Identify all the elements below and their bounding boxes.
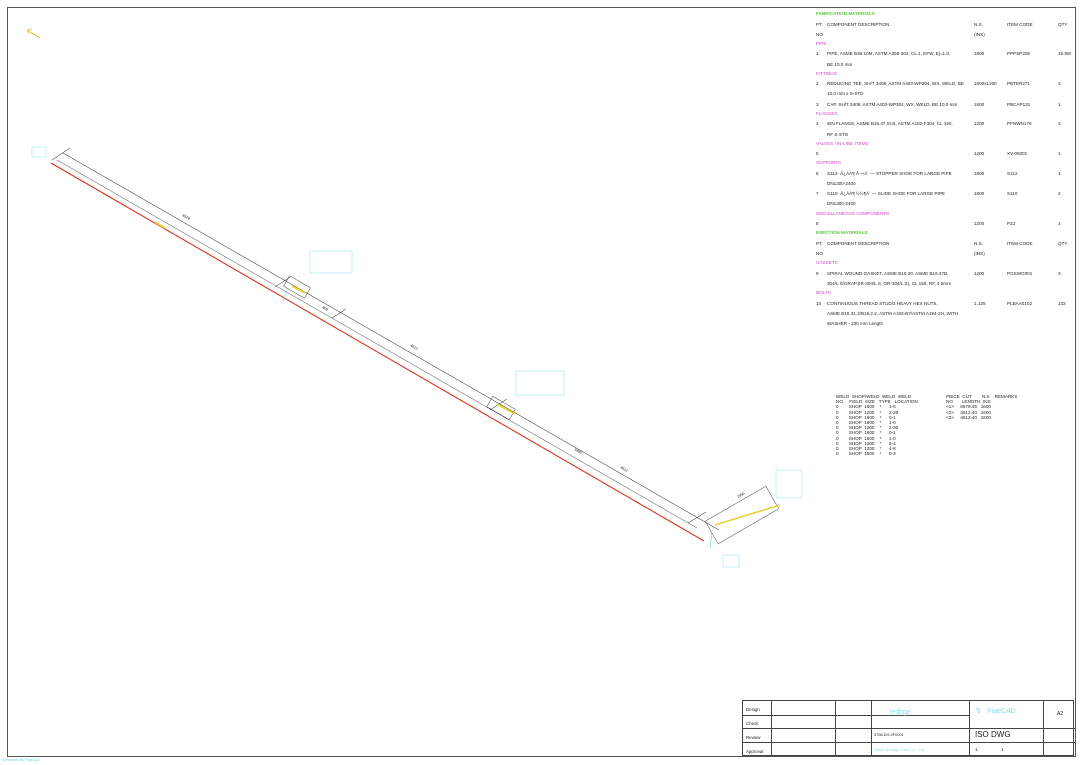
bom-row-3: 3 CAP, SH/T 3408, ASTM A403-WP304, WX, WE… xyxy=(816,101,1061,107)
dimension-line-main xyxy=(62,152,720,531)
weld-table-rows: 0 SHOP 1600 * 1-0 0 SHOP 1200 * 2-28 0 S… xyxy=(836,404,899,457)
fitting-cluster-1 xyxy=(282,275,311,301)
bom-category-pipe: PIPE xyxy=(816,40,827,46)
approval-label: Approval xyxy=(746,749,764,754)
bom-category-gaskets: GASKETS xyxy=(816,260,838,266)
bom-header-row-2: NO (INS) xyxy=(816,31,985,37)
bom-row-2: 2 REDUCING TEE, SH/T 3408, ASTM A403-WP30… xyxy=(816,81,1061,87)
bom-row-6: 6 S112- Ä¿ÂÁ¶ Å¬»Á´ — STOPPER SHOE FOR LA… xyxy=(816,170,1061,176)
review-label: Review xyxy=(746,735,761,740)
bom-header-row-erection: PT. COMPONENT DESCRIPTION N.S. ITEM CODE QT… xyxy=(816,240,1068,246)
brand-logo-redbge: redbge xyxy=(889,709,911,716)
company-name: Hubei Redbge CAD Co., Ltd. xyxy=(874,747,926,752)
footer-note: Generated By PipeCAD xyxy=(2,758,40,762)
bom-header-row: PT. COMPONENT DESCRIPTION N.S. ITEM CODE QT… xyxy=(816,21,1068,27)
bom-category-supports: SUPPORTS xyxy=(816,160,842,166)
bill-of-materials: FABRICATION MATERIALS PT. COMPONENT DESCR… xyxy=(816,11,1074,330)
bom-row-10: 10 CONTINUOUS THREAD STUD/2 HEAVY HEX NUT… xyxy=(816,300,1066,306)
dimension-line-secondary xyxy=(56,159,698,529)
dim-label-5: 800 xyxy=(322,305,329,311)
sheet-size: A2 xyxy=(1057,711,1064,717)
weld-table: WELD SHOP/WELD WELD WELD NO. FIELD SIZE … xyxy=(836,394,918,456)
fitting-cluster-2 xyxy=(486,396,516,420)
bom-row-4: 4 WN FLANGE, ASME B16.47 Sr.B, ASTM A182-… xyxy=(816,121,1061,127)
bom-row-7: 7 S110- Ä¿ÂÁ¶ ½½¶À´ — SLIDE SHOE FOR LARG… xyxy=(816,191,1061,197)
bom-row-9: 9 SPIRAL WOUND GASKET, ASME B16.20, ASME … xyxy=(816,270,1061,276)
pipecad-logo-icon: ↯ xyxy=(975,706,982,715)
sheet-number: 1 xyxy=(975,747,978,752)
bom-row-5: 5 1200 XV-09301 1 xyxy=(816,151,1061,157)
bom-category-valves: VALVES / IN-LINE ITEMS xyxy=(816,140,869,146)
sheet-total: 1 xyxy=(1001,747,1004,752)
cut-length-table: PIECE CUT N.S REMARKS NO LENGTH INS <1> 6… xyxy=(946,394,1017,420)
support-marker xyxy=(154,221,166,229)
bom-row-8: 8 1200 PZJ 1 xyxy=(816,221,1061,227)
cyan-tags xyxy=(31,146,803,568)
erection-materials-title: ERECTION MATERIALS xyxy=(816,230,868,236)
dim-label-2: 4612 xyxy=(410,343,419,350)
dim-label-1: 6579 xyxy=(182,213,191,220)
drawing-number: 3708-DG-0F0001 xyxy=(874,733,904,737)
dimension-ticks xyxy=(51,147,707,524)
dim-label-4: 1950 xyxy=(574,447,583,454)
design-label: Design xyxy=(746,707,760,712)
bom-category-fittings: FITTINGS xyxy=(816,70,837,76)
drawing-title: ISO DWG xyxy=(975,730,1011,739)
weld-table-header: WELD SHOP/WELD WELD WELD NO. FIELD SIZE … xyxy=(836,394,918,405)
bom-category-misc: MISCELLANEOUS COMPONENTS xyxy=(816,210,890,216)
dim-label-3: 4612 xyxy=(620,465,629,472)
check-label: Check xyxy=(746,721,759,726)
bom-category-bolts: BOLTS xyxy=(816,290,831,296)
north-arrow-icon xyxy=(26,28,41,39)
dim-label-6: 2390 xyxy=(737,491,746,498)
brand-logo-pipecad: PipeCAD xyxy=(987,708,1016,715)
cut-table-header: PIECE CUT N.S REMARKS NO LENGTH INS xyxy=(946,394,1018,405)
bom-row-1: 1 PIPE, ASME B36.10M, ASTM A358-304, CL.1… xyxy=(816,51,1071,57)
title-block: Design Check Review Approval redbge ↯ Pi… xyxy=(742,700,1075,756)
fab-materials-title: FABRICATION MATERIALS xyxy=(816,11,875,16)
bom-category-flanges: FLANGES xyxy=(816,110,838,116)
cut-table-rows: <1> 6579.45 1600 <2> 4612.40 1600 <3> 46… xyxy=(946,404,991,420)
pipe-run xyxy=(50,162,705,542)
